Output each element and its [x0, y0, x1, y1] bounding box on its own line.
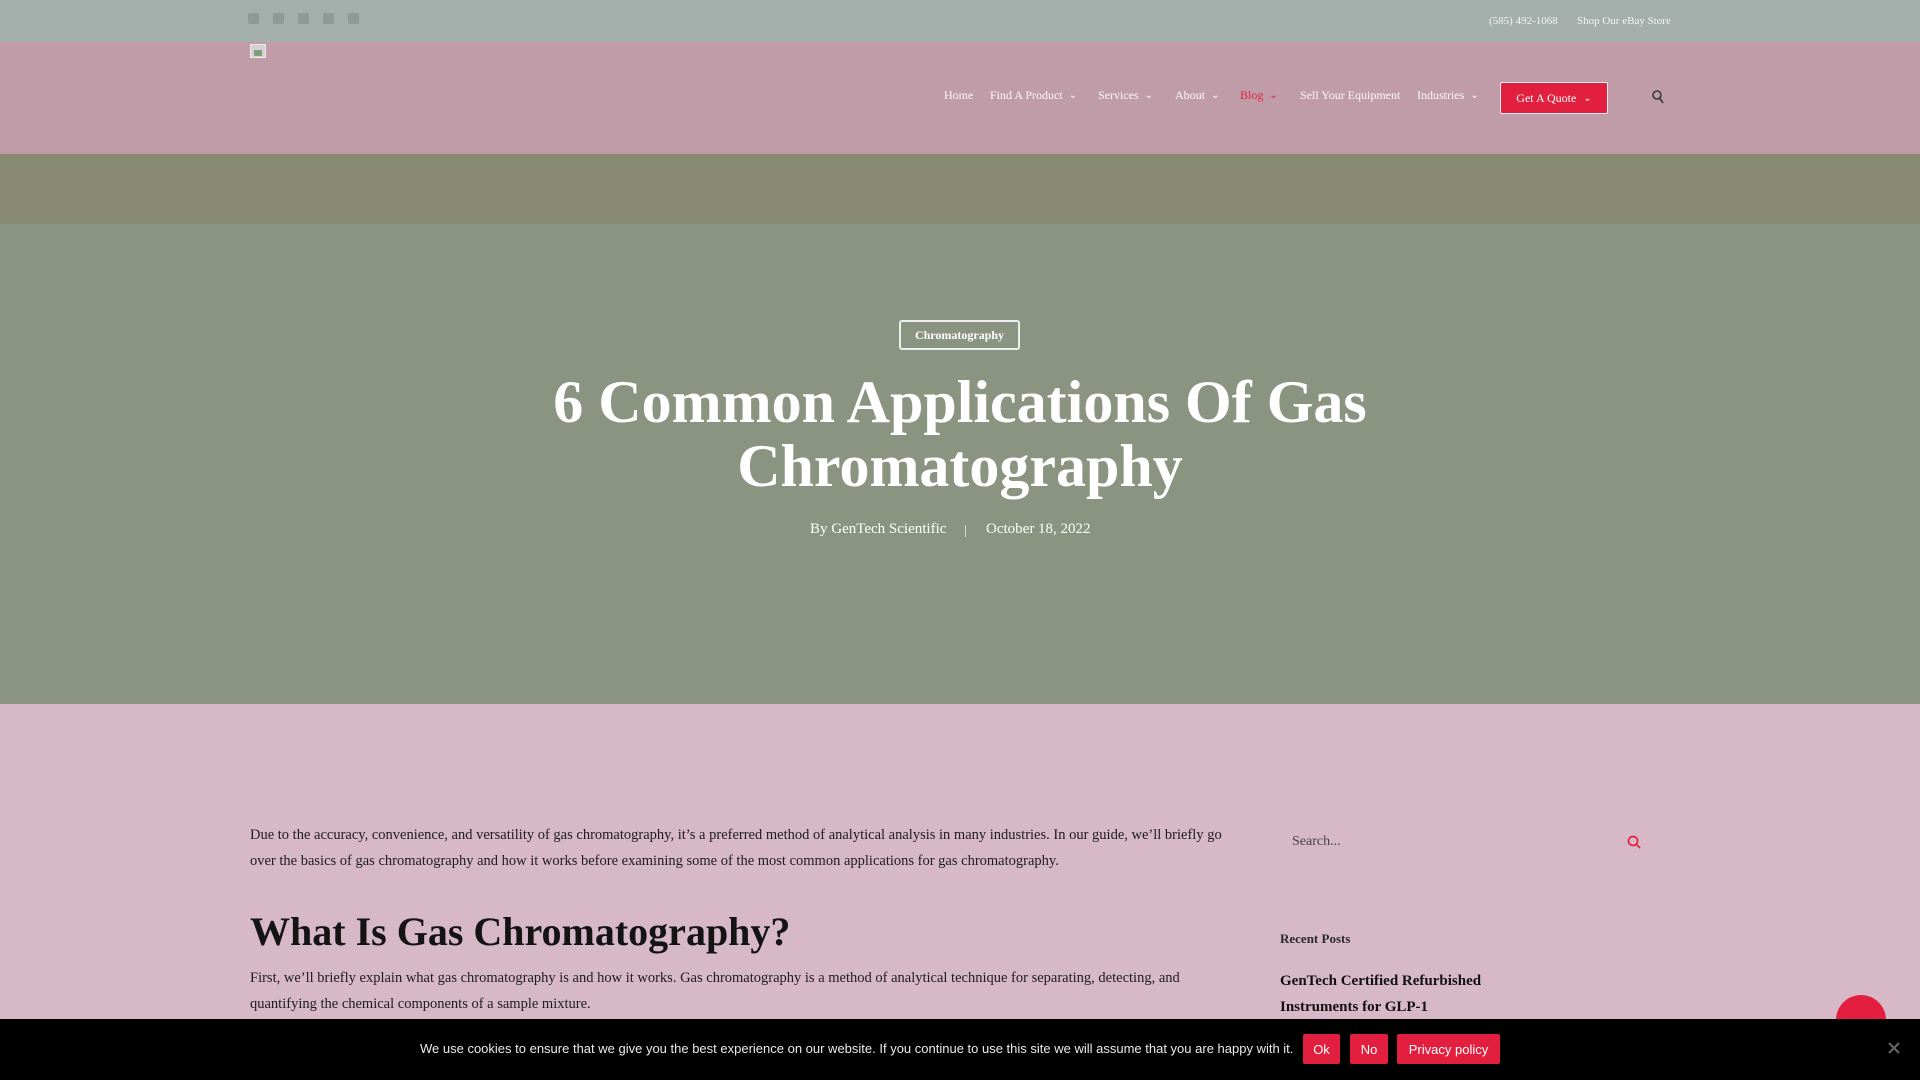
- twitter-icon[interactable]: [273, 13, 284, 24]
- chevron-down-icon: ⌄: [1269, 90, 1278, 101]
- post-hero: Chromatography 6 Common Applications Of …: [0, 224, 1920, 704]
- search-icon[interactable]: [1652, 90, 1664, 104]
- nav-home[interactable]: Home: [944, 88, 973, 103]
- chevron-down-icon: ⌄: [1583, 92, 1592, 104]
- article-paragraph: First, we’ll briefly explain what gas ch…: [250, 970, 1180, 1012]
- cookie-no-button[interactable]: No: [1350, 1034, 1388, 1064]
- get-a-quote-label: Get A Quote: [1516, 90, 1577, 105]
- linkedin-icon[interactable]: [298, 13, 309, 24]
- nav-blog[interactable]: Blog ⌄: [1240, 88, 1278, 103]
- nav-about[interactable]: About ⌄: [1175, 88, 1219, 103]
- nav-label: Industries: [1417, 88, 1465, 102]
- instagram-icon[interactable]: [323, 13, 334, 24]
- nav-label: Find A Product: [990, 88, 1063, 102]
- nav-label: About: [1175, 88, 1205, 102]
- nav-industries[interactable]: Industries ⌄: [1417, 88, 1479, 103]
- chevron-down-icon: ⌄: [1144, 90, 1154, 101]
- nav-label: Home: [944, 88, 974, 102]
- nav-find-a-product[interactable]: Find A Product ⌄: [990, 88, 1077, 103]
- recent-posts-title: Recent Posts: [1280, 931, 1351, 946]
- get-a-quote-button[interactable]: Get A Quote ⌄: [1500, 82, 1608, 114]
- post-author[interactable]: By GenTech Scientific: [810, 521, 946, 538]
- sidebar-search: [1280, 822, 1655, 862]
- search-icon[interactable]: [1627, 835, 1641, 849]
- nav-sell-your-equipment[interactable]: Sell Your Equipment: [1300, 88, 1400, 103]
- site-logo[interactable]: [250, 44, 266, 58]
- nav-services[interactable]: Services ⌄: [1098, 88, 1153, 103]
- cookie-ok-button[interactable]: Ok: [1303, 1034, 1340, 1064]
- recent-post-link[interactable]: GenTech Certified Refurbished Instrument…: [1280, 968, 1510, 1020]
- meta-divider: [965, 525, 966, 537]
- top-bar: (585) 492-1068 Shop Our eBay Store: [0, 0, 1920, 42]
- chevron-down-icon: ⌄: [1068, 90, 1078, 101]
- site-header: Home Find A Product ⌄ Services ⌄ About ⌄…: [0, 42, 1920, 154]
- search-input[interactable]: [1280, 822, 1655, 862]
- cookie-text: We use cookies to ensure that we give yo…: [420, 1041, 1294, 1056]
- section-heading: What Is Gas Chromatography?: [250, 909, 791, 954]
- nav-label: Blog: [1240, 88, 1264, 102]
- chevron-down-icon: ⌄: [1211, 90, 1220, 101]
- ebay-store-link[interactable]: Shop Our eBay Store: [1577, 15, 1671, 27]
- chevron-down-icon: ⌄: [1470, 90, 1479, 101]
- nav-label: Sell Your Equipment: [1300, 88, 1401, 102]
- phone-link[interactable]: (585) 492-1068: [1489, 15, 1558, 27]
- privacy-policy-button[interactable]: Privacy policy: [1397, 1034, 1500, 1064]
- facebook-icon[interactable]: [248, 13, 259, 24]
- hero-top-strip: [0, 154, 1920, 224]
- cookie-notice: We use cookies to ensure that we give yo…: [0, 1019, 1920, 1080]
- post-date: October 18, 2022: [986, 521, 1091, 537]
- nav-label: Services: [1098, 88, 1139, 102]
- category-badge[interactable]: Chromatography: [899, 320, 1020, 350]
- social-links: [248, 13, 359, 24]
- article-intro: Due to the accuracy, convenience, and ve…: [250, 827, 1222, 869]
- close-icon[interactable]: [1887, 1041, 1901, 1055]
- youtube-icon[interactable]: [348, 13, 359, 24]
- post-title: 6 Common Applications Of Gas Chromatogra…: [553, 369, 1367, 499]
